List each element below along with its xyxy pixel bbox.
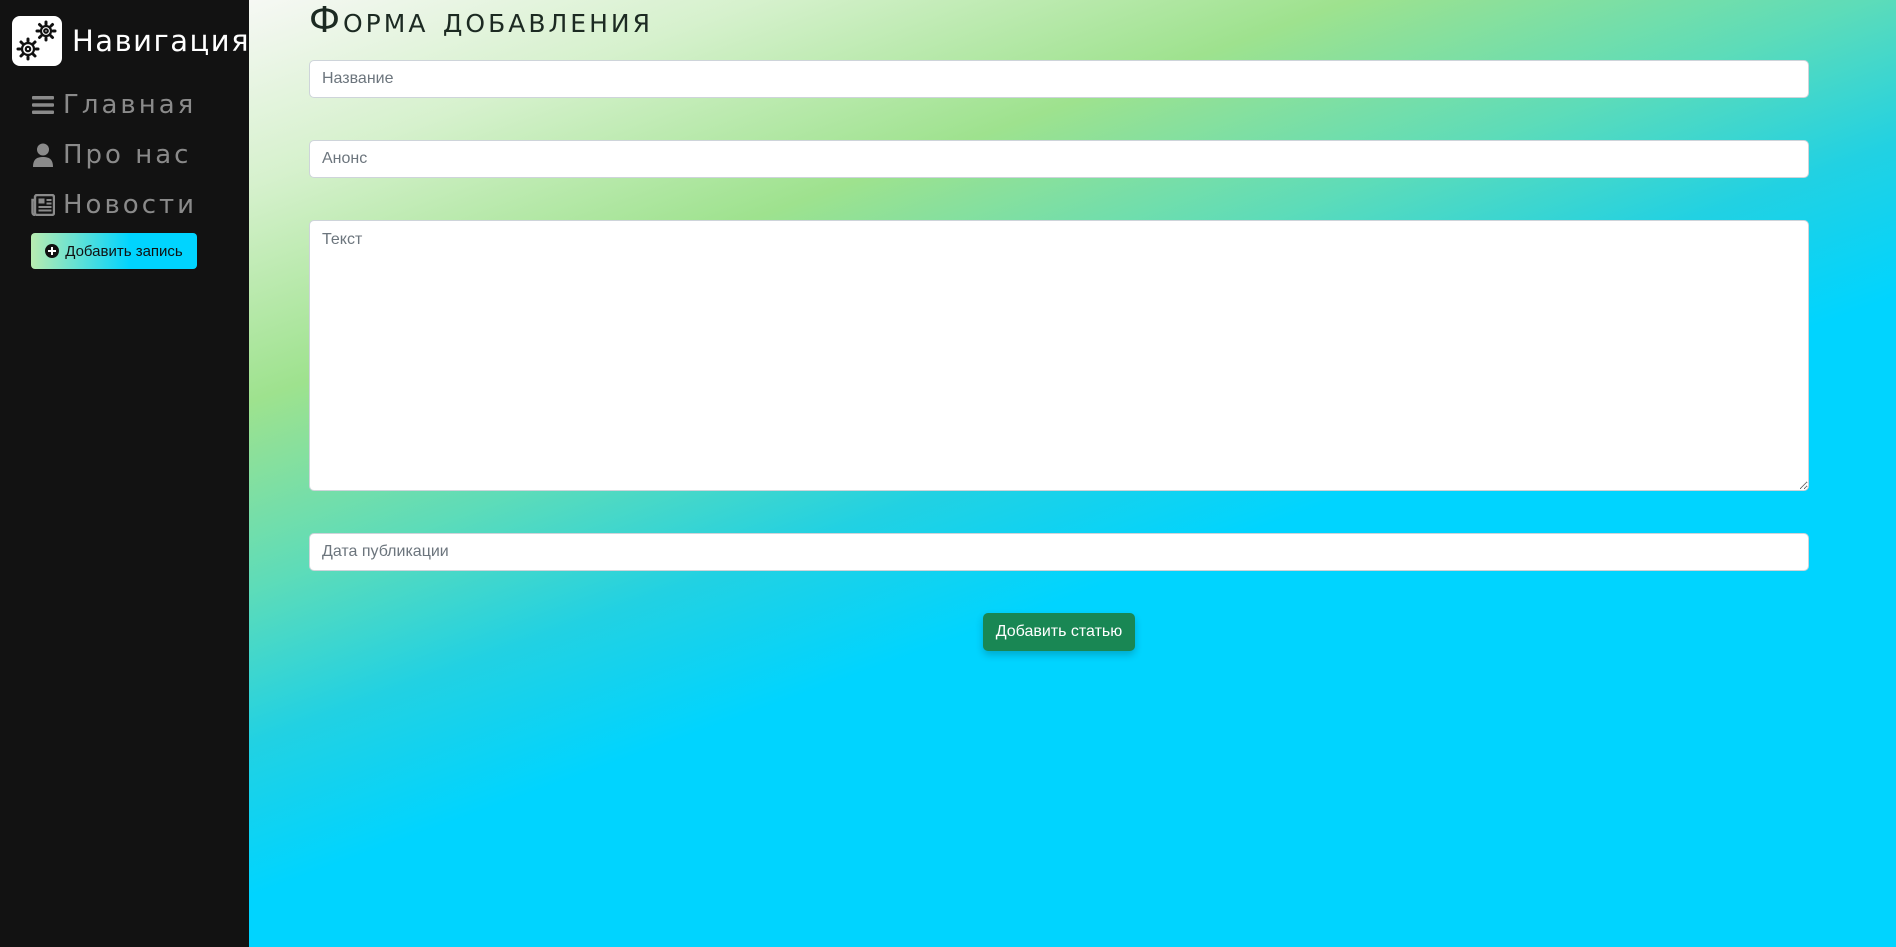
- sidebar-item-home[interactable]: Главная: [31, 80, 197, 130]
- gears-icon: [12, 16, 62, 66]
- sidebar-item-news[interactable]: Новости: [31, 180, 197, 230]
- plus-circle-icon: [45, 244, 60, 258]
- page: Навигация Главная Про нас Новости Добави…: [0, 0, 1896, 947]
- bars-icon: [31, 93, 55, 117]
- title-input[interactable]: [309, 60, 1809, 98]
- sidebar-nav: Главная Про нас Новости: [31, 80, 197, 230]
- publish-date-input[interactable]: [309, 533, 1809, 571]
- brand-title: Навигация: [72, 24, 251, 58]
- sidebar-item-label: Главная: [63, 90, 197, 120]
- user-icon: [31, 143, 55, 167]
- sidebar-item-label: Про нас: [63, 140, 192, 170]
- add-record-label: Добавить запись: [65, 242, 183, 260]
- sidebar-item-label: Новости: [63, 190, 198, 220]
- anons-input[interactable]: [309, 140, 1809, 178]
- brand[interactable]: Навигация: [12, 16, 250, 66]
- main-content: Форма добавления Добавить статью: [249, 0, 1896, 947]
- sidebar-item-about[interactable]: Про нас: [31, 130, 197, 180]
- add-record-button[interactable]: Добавить запись: [31, 233, 197, 269]
- newspaper-icon: [31, 193, 55, 217]
- sidebar: Навигация Главная Про нас Новости Добави…: [0, 0, 249, 947]
- text-textarea[interactable]: [309, 220, 1809, 491]
- page-title: Форма добавления: [309, 0, 653, 41]
- add-article-button[interactable]: Добавить статью: [983, 613, 1135, 651]
